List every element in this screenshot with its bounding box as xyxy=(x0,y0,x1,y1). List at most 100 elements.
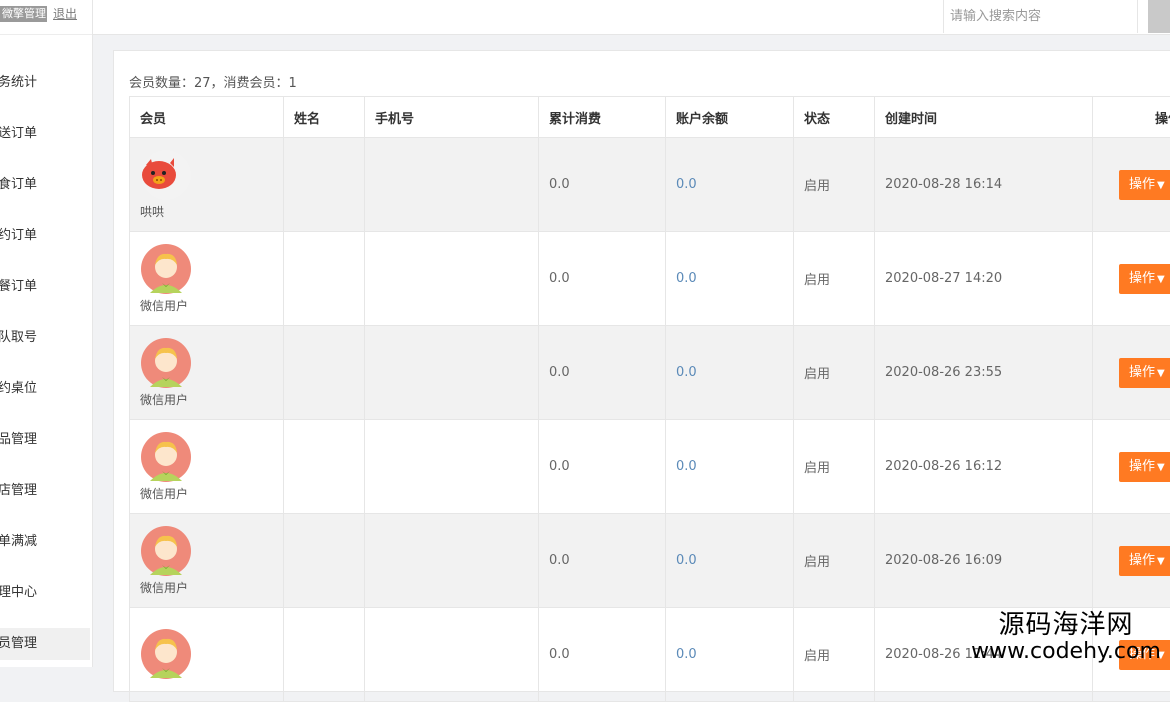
col-status: 状态 xyxy=(794,97,875,138)
action-label: 操作 xyxy=(1129,553,1155,568)
search-box xyxy=(943,0,1138,33)
member-cell: 微信用户 xyxy=(130,232,284,326)
table-row: 微信用户 0.0 0.0 启用 2020-08-26 16:09 操作▼ xyxy=(130,514,1170,608)
member-name: 微信用户 xyxy=(140,579,283,596)
col-name: 姓名 xyxy=(284,97,365,138)
phone-cell xyxy=(365,420,539,514)
search-input[interactable] xyxy=(944,0,1136,33)
member-name: 微信用户 xyxy=(140,391,283,408)
table-row: 哄哄 0.0 0.0 启用 2020-08-28 16:14 操作▼ xyxy=(130,138,1170,232)
phone-cell xyxy=(365,326,539,420)
sidebar-item-stats[interactable]: 务统计 xyxy=(0,67,90,99)
action-cell: 操作▼ xyxy=(1093,326,1170,420)
watermark-title: 源码海洋网 xyxy=(966,610,1166,640)
top-bar xyxy=(93,0,1170,35)
sidebar-item-center[interactable]: 理中心 xyxy=(0,577,90,609)
phone-cell xyxy=(365,232,539,326)
col-balance: 账户余额 xyxy=(666,97,794,138)
table-header-row: 会员 姓名 手机号 累计消费 账户余额 状态 创建时间 操作 xyxy=(130,97,1170,138)
default-user-avatar-icon xyxy=(140,628,192,680)
caret-down-icon: ▼ xyxy=(1157,462,1165,473)
sidebar-item-reservation-orders[interactable]: 约订单 xyxy=(0,220,90,252)
search-button[interactable] xyxy=(1148,0,1170,33)
created-cell: 2020-08-26 16:09 xyxy=(875,514,1093,608)
status-cell: 启用 xyxy=(794,420,875,514)
created-cell: 2020-08-27 14:20 xyxy=(875,232,1093,326)
name-cell xyxy=(284,514,365,608)
action-label: 操作 xyxy=(1129,459,1155,474)
member-name: 微信用户 xyxy=(140,297,283,314)
action-dropdown-button[interactable]: 操作▼ xyxy=(1119,546,1170,576)
sidebar-item-products[interactable]: 品管理 xyxy=(0,424,90,456)
col-phone: 手机号 xyxy=(365,97,539,138)
action-cell: 操作▼ xyxy=(1093,138,1170,232)
status-cell: 启用 xyxy=(794,514,875,608)
sidebar-item-members[interactable]: 员管理 xyxy=(0,628,90,660)
sidebar-item-discounts[interactable]: 单满减 xyxy=(0,526,90,558)
member-cell: 微信用户 xyxy=(130,514,284,608)
sidebar-item-queue[interactable]: 队取号 xyxy=(0,322,90,354)
action-cell: 操作▼ xyxy=(1093,514,1170,608)
pig-avatar-icon xyxy=(140,149,192,201)
sidebar-item-tables[interactable]: 约桌位 xyxy=(0,373,90,405)
logout-link[interactable]: 退出 xyxy=(53,5,77,22)
sidebar-item-dinein-orders[interactable]: 食订单 xyxy=(0,169,90,201)
created-cell: 2020-08-26 23:55 xyxy=(875,326,1093,420)
watermark: 源码海洋网 www.codehy.com xyxy=(966,610,1166,664)
sidebar-item-stores[interactable]: 店管理 xyxy=(0,475,90,507)
action-dropdown-button[interactable]: 操作▼ xyxy=(1119,358,1170,388)
phone-cell xyxy=(365,608,539,702)
sidebar: 微擎管理... 退出 务统计 送订单 食订单 约订单 餐订单 队取号 约桌位 品… xyxy=(0,0,93,667)
action-label: 操作 xyxy=(1129,365,1155,380)
created-cell: 2020-08-26 16:12 xyxy=(875,420,1093,514)
status-cell: 启用 xyxy=(794,326,875,420)
default-user-avatar-icon xyxy=(140,337,192,389)
action-dropdown-button[interactable]: 操作▼ xyxy=(1119,264,1170,294)
table-row: 微信用户 0.0 0.0 启用 2020-08-26 23:55 操作▼ xyxy=(130,326,1170,420)
created-cell: 2020-08-28 16:14 xyxy=(875,138,1093,232)
spent-cell: 0.0 xyxy=(539,138,666,232)
watermark-url: www.codehy.com xyxy=(966,640,1166,664)
balance-cell[interactable]: 0.0 xyxy=(666,326,794,420)
balance-cell[interactable]: 0.0 xyxy=(666,138,794,232)
spent-cell: 0.0 xyxy=(539,514,666,608)
spent-cell: 0.0 xyxy=(539,232,666,326)
balance-cell[interactable]: 0.0 xyxy=(666,514,794,608)
action-dropdown-button[interactable]: 操作▼ xyxy=(1119,170,1170,200)
member-summary: 会员数量：27，消费会员：1 xyxy=(129,72,297,91)
status-cell: 启用 xyxy=(794,608,875,702)
balance-cell[interactable]: 0.0 xyxy=(666,420,794,514)
action-dropdown-button[interactable]: 操作▼ xyxy=(1119,452,1170,482)
sidebar-item-delivery-orders[interactable]: 送订单 xyxy=(0,118,90,150)
admin-badge[interactable]: 微擎管理... xyxy=(0,6,47,22)
table-row: 微信用户 0.0 0.0 启用 2020-08-27 14:20 操作▼ xyxy=(130,232,1170,326)
phone-cell xyxy=(365,138,539,232)
table-row: 微信用户 0.0 0.0 启用 2020-08-26 16:12 操作▼ xyxy=(130,420,1170,514)
status-cell: 启用 xyxy=(794,232,875,326)
name-cell xyxy=(284,420,365,514)
col-created: 创建时间 xyxy=(875,97,1093,138)
action-label: 操作 xyxy=(1129,271,1155,286)
status-cell: 启用 xyxy=(794,138,875,232)
sidebar-header: 微擎管理... 退出 xyxy=(0,0,92,35)
caret-down-icon: ▼ xyxy=(1157,180,1165,191)
member-cell: 微信用户 xyxy=(130,326,284,420)
name-cell xyxy=(284,138,365,232)
spent-cell: 0.0 xyxy=(539,326,666,420)
balance-cell[interactable]: 0.0 xyxy=(666,232,794,326)
spent-cell: 0.0 xyxy=(539,420,666,514)
default-user-avatar-icon xyxy=(140,243,192,295)
caret-down-icon: ▼ xyxy=(1157,368,1165,379)
name-cell xyxy=(284,608,365,702)
sidebar-item-meal-orders[interactable]: 餐订单 xyxy=(0,271,90,303)
caret-down-icon: ▼ xyxy=(1157,274,1165,285)
default-user-avatar-icon xyxy=(140,525,192,577)
balance-cell[interactable]: 0.0 xyxy=(666,608,794,702)
col-action: 操作 xyxy=(1093,97,1170,138)
member-cell: 微信用户 xyxy=(130,420,284,514)
member-cell: 哄哄 xyxy=(130,138,284,232)
name-cell xyxy=(284,326,365,420)
action-label: 操作 xyxy=(1129,177,1155,192)
member-name: 微信用户 xyxy=(140,485,283,502)
action-cell: 操作▼ xyxy=(1093,232,1170,326)
